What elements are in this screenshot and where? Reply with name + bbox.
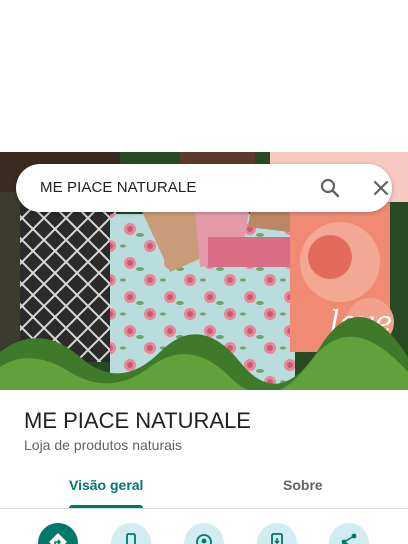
search-input[interactable]: ME PIACE NATURALE [40, 179, 196, 196]
search-icon[interactable] [318, 176, 342, 200]
phone-icon [126, 533, 136, 544]
share-button[interactable] [329, 523, 369, 544]
save-to-phone-icon [271, 533, 283, 544]
send-to-phone-button[interactable] [257, 523, 297, 544]
map-blank-area [0, 0, 408, 152]
tab-bar: Visão geral Sobre [0, 466, 408, 509]
search-bar[interactable]: ME PIACE NATURALE [16, 164, 392, 212]
call-button[interactable] [111, 523, 151, 544]
place-name: ME PIACE NATURALE [24, 408, 251, 433]
place-category: Loja de produtos naturais [24, 437, 182, 453]
close-icon[interactable] [369, 176, 393, 200]
tab-selected-indicator [69, 505, 143, 508]
nearby-icon [196, 534, 212, 544]
nearby-button[interactable] [184, 523, 224, 544]
share-icon [341, 533, 357, 544]
directions-button[interactable] [38, 523, 78, 544]
tab-about[interactable]: Sobre [283, 477, 323, 493]
directions-icon [49, 533, 67, 544]
tab-overview[interactable]: Visão geral [69, 477, 143, 493]
